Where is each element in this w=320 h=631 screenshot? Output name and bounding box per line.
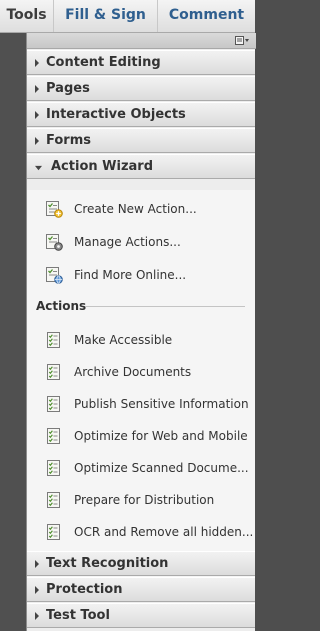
section-title: Interactive Objects bbox=[46, 107, 186, 122]
collapsed-arrow-icon bbox=[35, 586, 39, 594]
action-list-icon bbox=[47, 428, 60, 444]
collapsed-arrow-icon bbox=[35, 137, 39, 145]
tab-bar: Tools Fill & Sign Comment bbox=[0, 0, 255, 33]
collapsed-arrow-icon bbox=[35, 59, 39, 67]
action-label: OCR and Remove all hidden... bbox=[74, 525, 254, 539]
section-title: Pages bbox=[46, 81, 90, 96]
command-label: Manage Actions... bbox=[74, 235, 181, 249]
action-label: Optimize for Web and Mobile bbox=[74, 429, 248, 443]
action-optimize-scanned[interactable]: Optimize Scanned Docume... bbox=[45, 458, 250, 480]
section-protection[interactable]: Protection bbox=[27, 577, 255, 602]
manage-actions-link[interactable]: Manage Actions... bbox=[45, 232, 250, 254]
action-label: Make Accessible bbox=[74, 333, 173, 347]
action-list-icon bbox=[47, 524, 60, 540]
action-wizard-content: Create New Action... Manage Actions... F… bbox=[27, 190, 255, 581]
section-pages[interactable]: Pages bbox=[27, 76, 255, 101]
panel-options-icon[interactable] bbox=[235, 36, 250, 45]
section-title: Action Wizard bbox=[51, 159, 154, 174]
section-forms[interactable]: Forms bbox=[27, 128, 255, 153]
section-title: Test Tool bbox=[46, 608, 110, 623]
collapsed-arrow-icon bbox=[35, 85, 39, 93]
command-label: Find More Online... bbox=[74, 268, 187, 282]
section-title: Text Recognition bbox=[46, 556, 169, 571]
create-new-action-link[interactable]: Create New Action... bbox=[45, 199, 250, 221]
action-list-icon bbox=[47, 460, 60, 476]
action-ocr-remove-hidden[interactable]: OCR and Remove all hidden... bbox=[45, 522, 254, 544]
section-action-wizard[interactable]: Action Wizard bbox=[27, 154, 255, 179]
panel-toolbar bbox=[27, 33, 256, 49]
action-list-icon bbox=[47, 364, 60, 380]
actions-divider bbox=[85, 306, 245, 307]
action-make-accessible[interactable]: Make Accessible bbox=[45, 330, 250, 352]
find-online-icon bbox=[46, 267, 63, 284]
expanded-arrow-icon bbox=[35, 165, 42, 171]
document-area-edge bbox=[0, 33, 26, 631]
action-label: Optimize Scanned Docume... bbox=[74, 461, 249, 475]
section-test-tool[interactable]: Test Tool bbox=[27, 603, 255, 628]
action-prepare-distribution[interactable]: Prepare for Distribution bbox=[45, 490, 250, 512]
tab-comment[interactable]: Comment bbox=[157, 0, 255, 32]
command-label: Create New Action... bbox=[74, 202, 197, 216]
actions-header: Actions bbox=[36, 299, 87, 313]
collapsed-arrow-icon bbox=[35, 560, 39, 568]
action-label: Prepare for Distribution bbox=[74, 493, 215, 507]
action-list-icon bbox=[47, 332, 60, 348]
manage-actions-icon bbox=[46, 234, 63, 251]
action-publish-sensitive-information[interactable]: Publish Sensitive Information bbox=[45, 394, 250, 416]
collapsed-arrow-icon bbox=[35, 612, 39, 620]
section-title: Forms bbox=[46, 133, 91, 148]
tools-panel: Content Editing Pages Interactive Object… bbox=[26, 33, 256, 631]
section-text-recognition[interactable]: Text Recognition bbox=[27, 551, 255, 576]
action-optimize-web-mobile[interactable]: Optimize for Web and Mobile bbox=[45, 426, 250, 448]
section-content-editing[interactable]: Content Editing bbox=[27, 50, 255, 75]
action-label: Archive Documents bbox=[74, 365, 192, 379]
tab-fill-sign[interactable]: Fill & Sign bbox=[53, 0, 157, 32]
action-list-icon bbox=[47, 492, 60, 508]
find-more-online-link[interactable]: Find More Online... bbox=[45, 265, 250, 287]
section-title: Content Editing bbox=[46, 55, 161, 70]
section-title: Protection bbox=[46, 582, 123, 597]
tab-tools[interactable]: Tools bbox=[0, 0, 53, 32]
collapsed-arrow-icon bbox=[35, 111, 39, 119]
section-interactive-objects[interactable]: Interactive Objects bbox=[27, 102, 255, 127]
action-archive-documents[interactable]: Archive Documents bbox=[45, 362, 250, 384]
action-label: Publish Sensitive Information bbox=[74, 397, 249, 411]
action-list-icon bbox=[47, 396, 60, 412]
create-action-icon bbox=[46, 201, 63, 218]
